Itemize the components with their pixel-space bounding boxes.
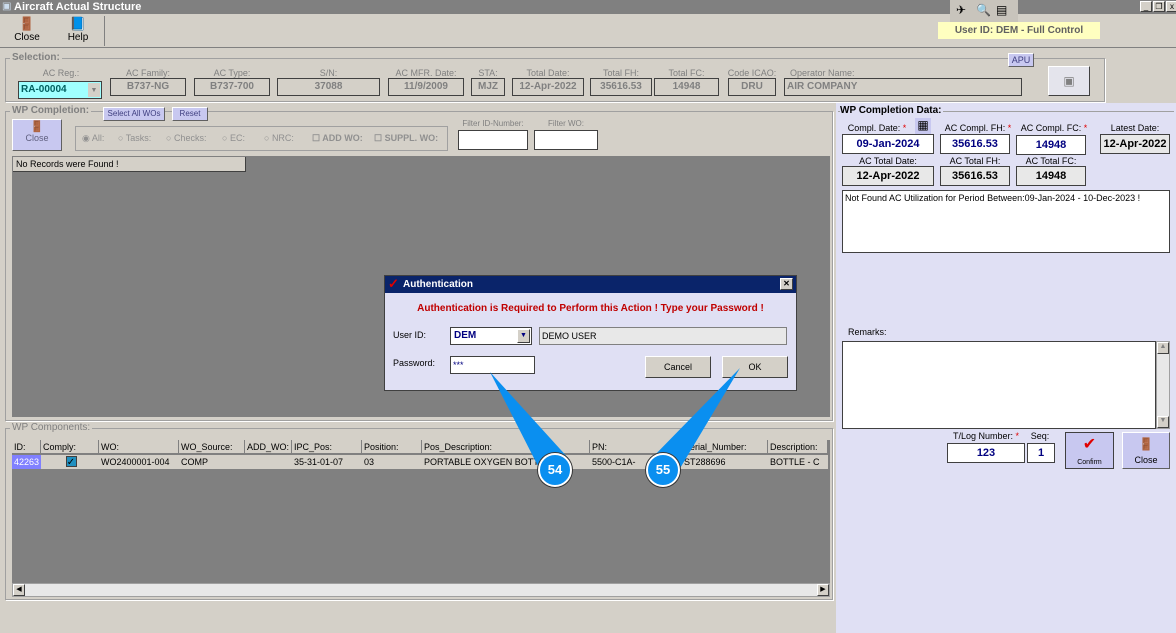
callout-55: 55 xyxy=(646,453,680,487)
callout-pointers xyxy=(490,368,740,475)
callout-54: 54 xyxy=(538,453,572,487)
